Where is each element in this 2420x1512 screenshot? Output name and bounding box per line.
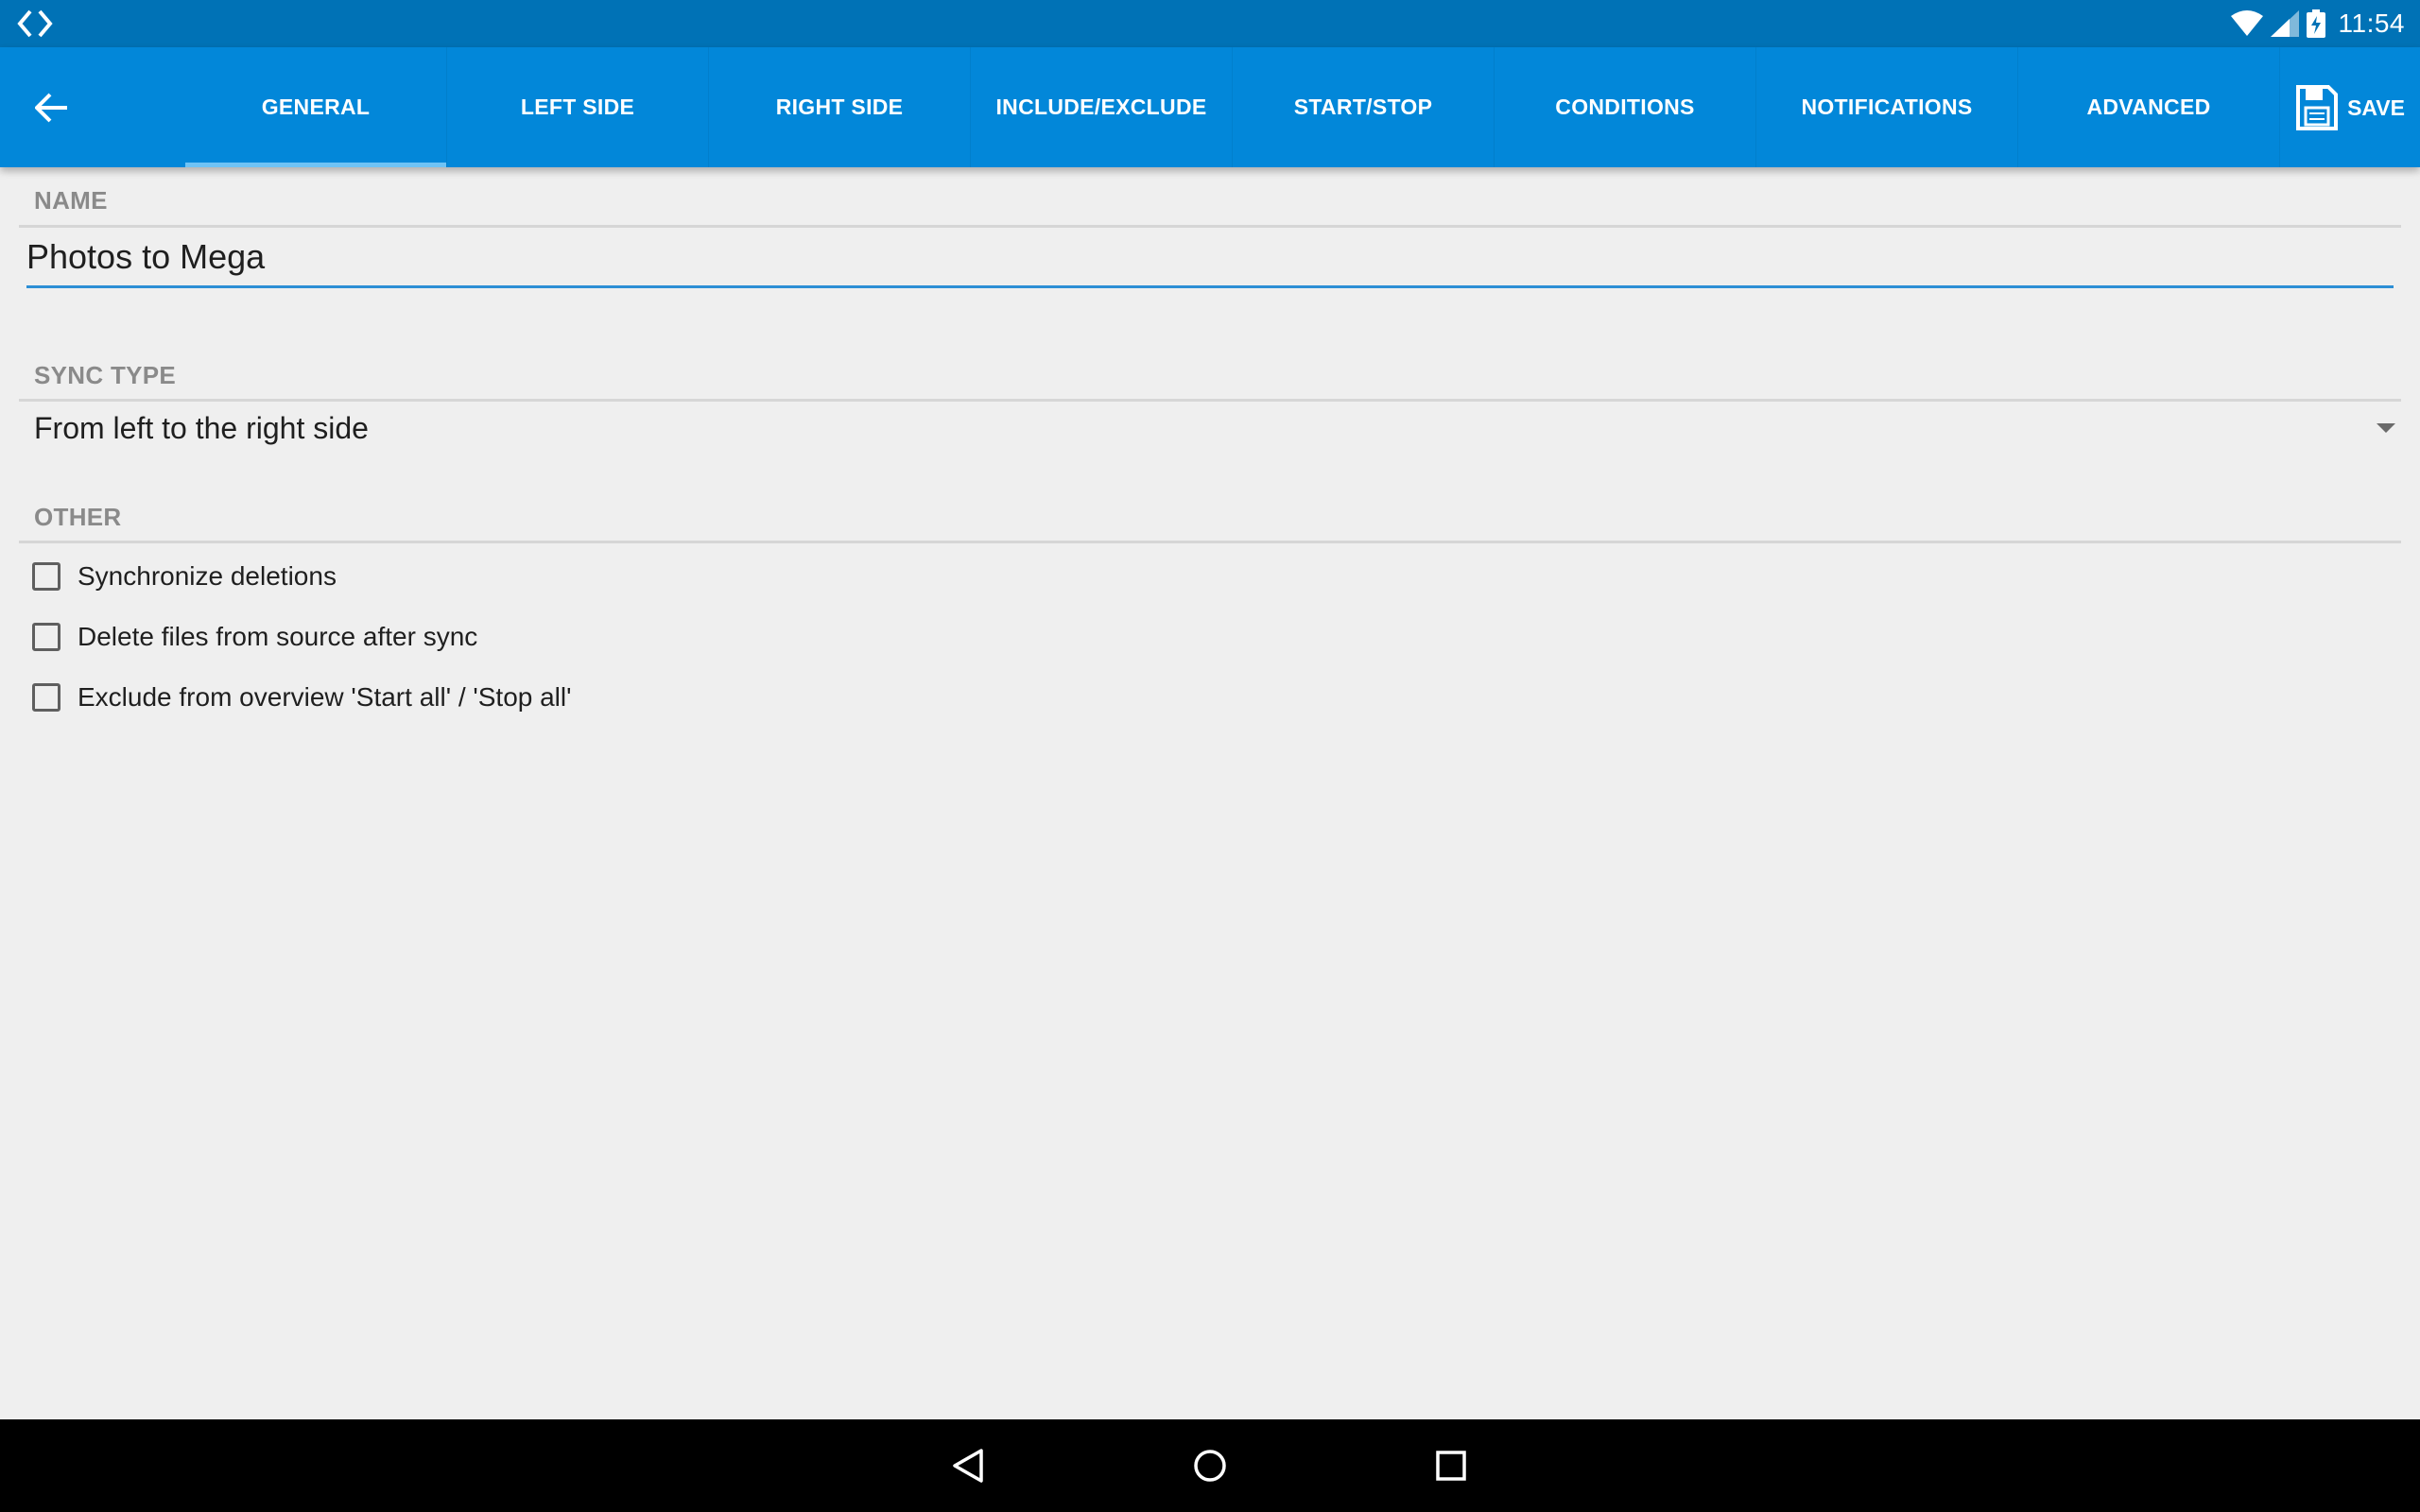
nav-home-button[interactable] (1186, 1442, 1234, 1489)
tab-label: NOTIFICATIONS (1801, 94, 1973, 119)
tab-include-exclude[interactable]: INCLUDE/EXCLUDE (971, 47, 1233, 167)
tab-general[interactable]: GENERAL (185, 47, 447, 167)
app-icon (17, 9, 53, 38)
tab-notifications[interactable]: NOTIFICATIONS (1756, 47, 2018, 167)
dropdown-arrow-icon (2377, 423, 2395, 433)
checkbox-label: Synchronize deletions (78, 561, 337, 591)
status-time: 11:54 (2338, 9, 2405, 38)
nav-recents-button[interactable] (1427, 1442, 1475, 1489)
battery-charging-icon (2306, 9, 2325, 38)
tab-label: RIGHT SIDE (775, 94, 904, 119)
tab-right-side[interactable]: RIGHT SIDE (709, 47, 971, 167)
tab-bar: GENERAL LEFT SIDE RIGHT SIDE INCLUDE/EXC… (185, 47, 2280, 167)
nav-back-button[interactable] (944, 1442, 992, 1489)
sync-type-value: From left to the right side (34, 410, 369, 445)
navigation-bar (0, 1419, 2420, 1512)
name-input[interactable] (26, 229, 2394, 288)
delete-files-after-sync-checkbox[interactable] (32, 623, 60, 651)
exclude-from-overview-checkbox[interactable] (32, 683, 60, 712)
save-button[interactable]: SAVE (2296, 83, 2405, 132)
checkbox-label: Delete files from source after sync (78, 622, 478, 651)
screen: 11:54 GENERAL LEFT SIDE RIGHT SIDE INCLU… (0, 0, 2420, 1512)
wifi-icon (2230, 10, 2263, 36)
tab-label: ADVANCED (2086, 94, 2211, 119)
tab-label: LEFT SIDE (520, 94, 635, 119)
checkbox-label: Exclude from overview 'Start all' / 'Sto… (78, 682, 572, 712)
tab-label: GENERAL (261, 94, 371, 119)
name-section-label: NAME (34, 186, 108, 215)
divider (19, 225, 2401, 228)
back-button[interactable] (19, 78, 85, 137)
tab-label: INCLUDE/EXCLUDE (995, 94, 1207, 119)
save-label: SAVE (2347, 94, 2405, 120)
tab-label: START/STOP (1293, 94, 1433, 119)
signal-icon (2270, 10, 2299, 37)
sync-type-section-label: SYNC TYPE (34, 361, 177, 389)
divider (19, 399, 2401, 402)
sync-type-select[interactable]: From left to the right side (34, 404, 2401, 453)
status-indicators: 11:54 (2223, 0, 2406, 47)
tab-start-stop[interactable]: START/STOP (1233, 47, 1495, 167)
tab-advanced[interactable]: ADVANCED (2018, 47, 2280, 167)
divider (19, 541, 2401, 543)
delete-files-after-sync-option[interactable]: Delete files from source after sync (32, 613, 477, 661)
tab-label: CONDITIONS (1555, 94, 1695, 119)
back-triangle-icon (953, 1449, 983, 1483)
arrow-back-icon (35, 93, 67, 123)
synchronize-deletions-checkbox[interactable] (32, 562, 60, 591)
exclude-from-overview-option[interactable]: Exclude from overview 'Start all' / 'Sto… (32, 674, 571, 721)
recents-square-icon (1436, 1451, 1466, 1481)
status-bar: 11:54 (0, 0, 2420, 47)
tab-conditions[interactable]: CONDITIONS (1495, 47, 1756, 167)
home-circle-icon (1194, 1450, 1226, 1482)
tab-left-side[interactable]: LEFT SIDE (447, 47, 709, 167)
floppy-disk-icon (2296, 85, 2339, 130)
synchronize-deletions-option[interactable]: Synchronize deletions (32, 553, 337, 600)
other-section-label: OTHER (34, 503, 122, 531)
toolbar: GENERAL LEFT SIDE RIGHT SIDE INCLUDE/EXC… (0, 47, 2420, 167)
